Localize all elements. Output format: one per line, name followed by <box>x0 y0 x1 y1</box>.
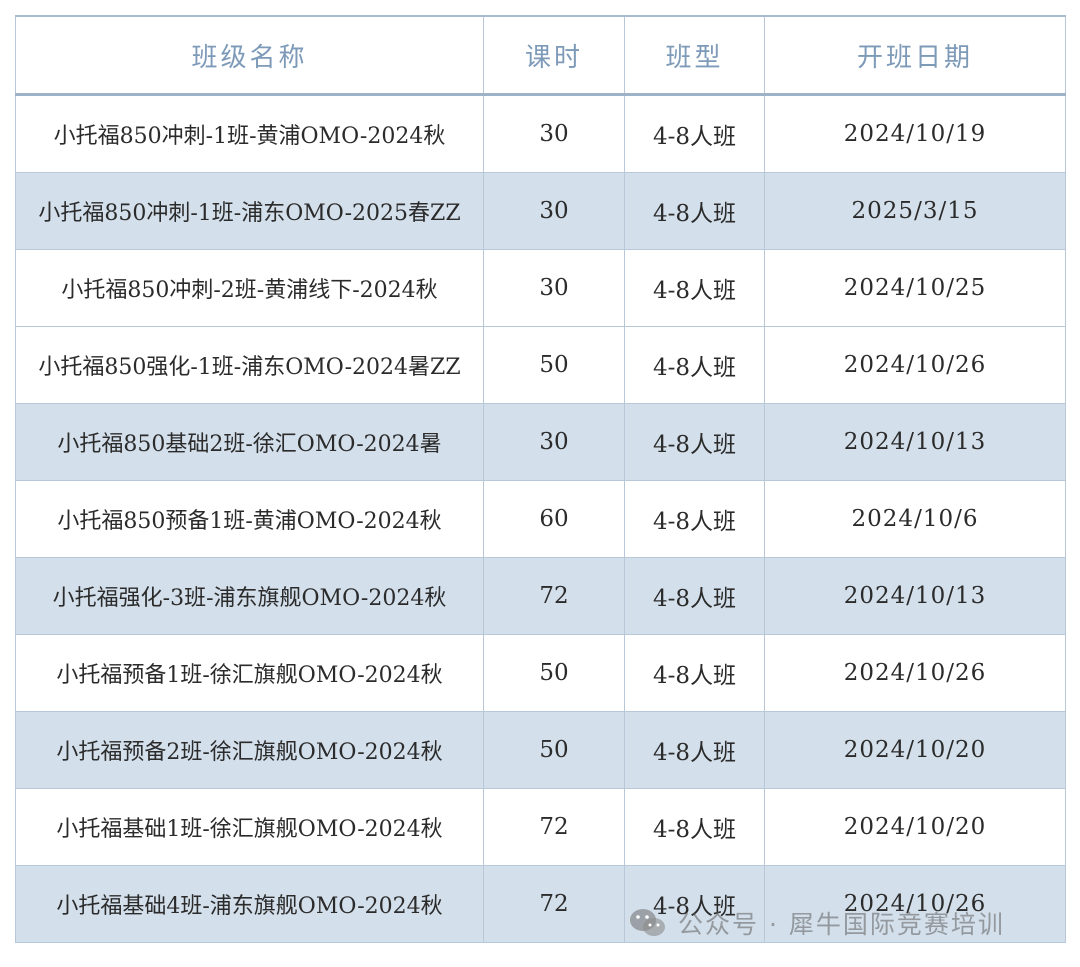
cell-class-name: 小托福850强化-1班-浦东OMO-2024暑ZZ <box>15 326 484 404</box>
table-row: 小托福850预备1班-黄浦OMO-2024秋 60 4-8人班 2024/10/… <box>15 480 1066 558</box>
cell-hours: 72 <box>483 557 625 635</box>
cell-hours: 30 <box>483 172 625 250</box>
cell-class-type: 4-8人班 <box>624 403 765 481</box>
cell-class-name: 小托福预备2班-徐汇旗舰OMO-2024秋 <box>15 711 484 789</box>
cell-hours: 60 <box>483 480 625 558</box>
cell-class-name: 小托福基础4班-浦东旗舰OMO-2024秋 <box>15 865 484 943</box>
cell-start-date: 2024/10/13 <box>764 557 1066 635</box>
cell-class-name: 小托福850预备1班-黄浦OMO-2024秋 <box>15 480 484 558</box>
table-row: 小托福强化-3班-浦东旗舰OMO-2024秋 72 4-8人班 2024/10/… <box>15 557 1066 635</box>
cell-start-date: 2024/10/20 <box>764 711 1066 789</box>
header-class-type: 班型 <box>624 15 765 96</box>
cell-class-name: 小托福强化-3班-浦东旗舰OMO-2024秋 <box>15 557 484 635</box>
header-start-date: 开班日期 <box>764 15 1066 96</box>
cell-start-date: 2024/10/25 <box>764 249 1066 327</box>
cell-class-type: 4-8人班 <box>624 634 765 712</box>
table-row: 小托福850冲刺-2班-黄浦线下-2024秋 30 4-8人班 2024/10/… <box>15 249 1066 327</box>
cell-hours: 50 <box>483 634 625 712</box>
cell-start-date: 2024/10/20 <box>764 788 1066 866</box>
cell-class-type: 4-8人班 <box>624 480 765 558</box>
table-row: 小托福850强化-1班-浦东OMO-2024暑ZZ 50 4-8人班 2024/… <box>15 326 1066 404</box>
cell-hours: 30 <box>483 403 625 481</box>
cell-start-date: 2024/10/26 <box>764 865 1066 943</box>
cell-class-name: 小托福850冲刺-2班-黄浦线下-2024秋 <box>15 249 484 327</box>
cell-class-type: 4-8人班 <box>624 172 765 250</box>
class-schedule-table: 班级名称 课时 班型 开班日期 小托福850冲刺-1班-黄浦OMO-2024秋 … <box>15 15 1066 943</box>
page: 班级名称 课时 班型 开班日期 小托福850冲刺-1班-黄浦OMO-2024秋 … <box>0 0 1080 967</box>
cell-hours: 72 <box>483 788 625 866</box>
cell-hours: 72 <box>483 865 625 943</box>
cell-start-date: 2024/10/19 <box>764 94 1066 173</box>
cell-class-name: 小托福850冲刺-1班-浦东OMO-2025春ZZ <box>15 172 484 250</box>
cell-class-name: 小托福基础1班-徐汇旗舰OMO-2024秋 <box>15 788 484 866</box>
cell-start-date: 2024/10/6 <box>764 480 1066 558</box>
cell-class-type: 4-8人班 <box>624 711 765 789</box>
header-hours: 课时 <box>483 15 625 96</box>
header-class-name: 班级名称 <box>15 15 484 96</box>
table-row: 小托福850冲刺-1班-浦东OMO-2025春ZZ 30 4-8人班 2025/… <box>15 172 1066 250</box>
table-row: 小托福预备2班-徐汇旗舰OMO-2024秋 50 4-8人班 2024/10/2… <box>15 711 1066 789</box>
cell-class-type: 4-8人班 <box>624 249 765 327</box>
table-row: 小托福850冲刺-1班-黄浦OMO-2024秋 30 4-8人班 2024/10… <box>15 94 1066 173</box>
cell-class-type: 4-8人班 <box>624 865 765 943</box>
table-header-row: 班级名称 课时 班型 开班日期 <box>15 15 1066 96</box>
table-row: 小托福基础1班-徐汇旗舰OMO-2024秋 72 4-8人班 2024/10/2… <box>15 788 1066 866</box>
cell-class-name: 小托福预备1班-徐汇旗舰OMO-2024秋 <box>15 634 484 712</box>
cell-start-date: 2024/10/13 <box>764 403 1066 481</box>
cell-class-name: 小托福850冲刺-1班-黄浦OMO-2024秋 <box>15 94 484 173</box>
cell-class-type: 4-8人班 <box>624 326 765 404</box>
cell-hours: 30 <box>483 94 625 173</box>
cell-class-type: 4-8人班 <box>624 557 765 635</box>
cell-start-date: 2025/3/15 <box>764 172 1066 250</box>
cell-start-date: 2024/10/26 <box>764 634 1066 712</box>
cell-class-name: 小托福850基础2班-徐汇OMO-2024暑 <box>15 403 484 481</box>
table-row: 小托福预备1班-徐汇旗舰OMO-2024秋 50 4-8人班 2024/10/2… <box>15 634 1066 712</box>
table-row: 小托福基础4班-浦东旗舰OMO-2024秋 72 4-8人班 2024/10/2… <box>15 865 1066 943</box>
cell-hours: 50 <box>483 326 625 404</box>
cell-start-date: 2024/10/26 <box>764 326 1066 404</box>
cell-class-type: 4-8人班 <box>624 94 765 173</box>
cell-class-type: 4-8人班 <box>624 788 765 866</box>
cell-hours: 30 <box>483 249 625 327</box>
table-row: 小托福850基础2班-徐汇OMO-2024暑 30 4-8人班 2024/10/… <box>15 403 1066 481</box>
cell-hours: 50 <box>483 711 625 789</box>
